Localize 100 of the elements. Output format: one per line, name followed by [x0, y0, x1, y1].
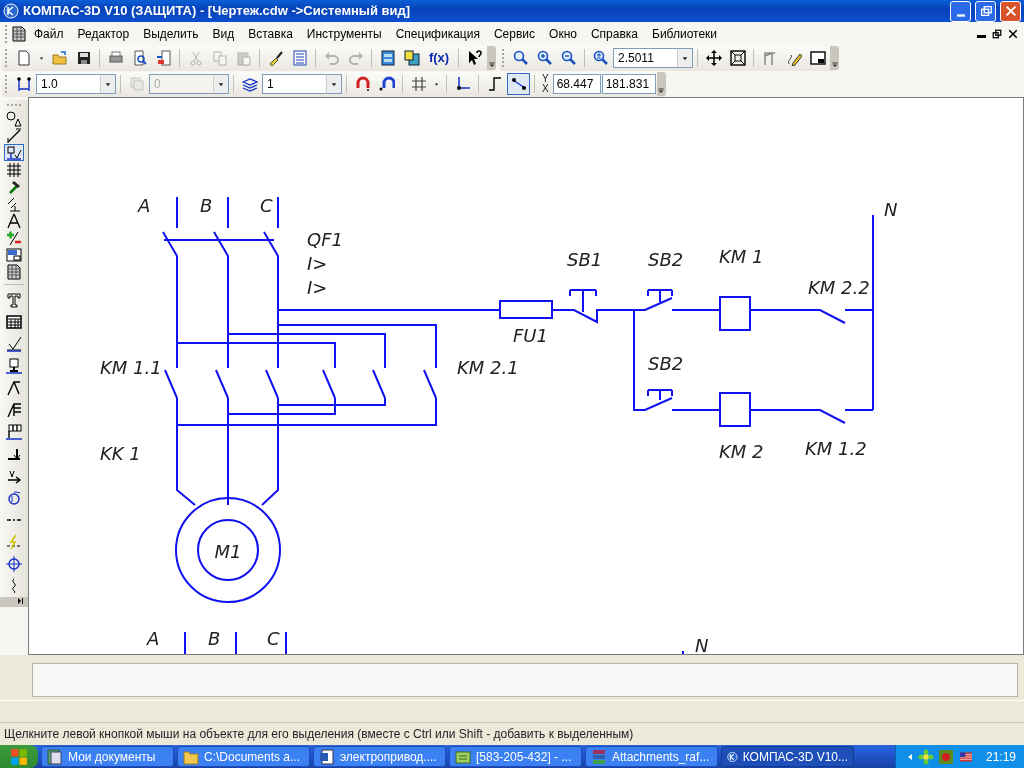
message-icon — [455, 748, 471, 765]
scissors-icon — [187, 50, 204, 66]
snap-line-icon — [510, 76, 527, 92]
grid-tool[interactable] — [4, 161, 24, 178]
circuit-label: B — [200, 195, 213, 216]
dimension-icon — [6, 127, 22, 144]
circuit-label: M1 — [214, 541, 242, 562]
printer-icon — [107, 50, 124, 66]
toolbar-options-icon[interactable] — [657, 85, 666, 93]
menu-item[interactable]: Вставка — [241, 24, 300, 43]
view-frame-icon — [6, 246, 22, 263]
circuit-label: A — [138, 195, 151, 216]
document-folder-icon — [47, 748, 63, 765]
section-line-icon — [6, 446, 22, 462]
dropdown-field[interactable]: 2.5011 — [613, 48, 677, 68]
coordinate-field[interactable]: 181.831 — [601, 74, 656, 94]
close-icon[interactable] — [1008, 28, 1018, 39]
dropdown-button[interactable] — [677, 48, 693, 68]
close-button[interactable] — [1000, 0, 1021, 22]
tolerance-frame-tool[interactable] — [4, 421, 24, 443]
datum-tool[interactable] — [4, 355, 24, 377]
circuit-label: I> — [307, 277, 328, 298]
books-icon — [591, 748, 607, 765]
floppy-icon — [75, 50, 92, 66]
circuit-label: QF1 — [307, 229, 343, 250]
start-button[interactable] — [0, 745, 38, 768]
folder-icon — [51, 50, 68, 66]
function-button[interactable]: f(x) — [424, 47, 454, 69]
circuit-label: FU1 — [513, 325, 548, 346]
dropdown-button[interactable] — [100, 74, 116, 94]
spreadsheet-icon — [6, 263, 22, 280]
restore-icon[interactable] — [992, 28, 1002, 39]
snap-line-button[interactable] — [507, 73, 530, 95]
minimize-icon[interactable] — [977, 34, 986, 38]
taskbar-button[interactable]: КОМПАС-3D V10... — [721, 746, 854, 767]
menu-item[interactable]: Сервис — [486, 24, 543, 43]
dropdown-button[interactable] — [326, 74, 342, 94]
menu-item[interactable]: Спецификация — [388, 24, 487, 43]
book-icon — [403, 50, 420, 66]
spreadsheet-tool[interactable] — [4, 263, 24, 280]
dropdown-field[interactable]: 1.0 — [36, 74, 100, 94]
grid-icon — [6, 161, 22, 178]
menu-item[interactable]: Вид — [205, 24, 242, 43]
zoom-in-icon — [536, 50, 553, 66]
circuit-label: C — [260, 195, 273, 216]
taskbar-button[interactable]: Мои документы — [41, 746, 174, 767]
wave-icon — [6, 490, 22, 506]
toolbar-options-icon[interactable] — [830, 59, 839, 67]
menu-item[interactable]: Окно — [542, 24, 584, 43]
circuit-label: N — [695, 635, 709, 654]
page-icon — [15, 50, 32, 66]
taskbar-button[interactable]: электропривод.... — [313, 746, 446, 767]
zoom-scale-icon — [592, 50, 609, 66]
flower-icon[interactable] — [917, 748, 934, 765]
menu-item[interactable]: Библиотеки — [645, 24, 725, 43]
step-icon — [15, 76, 32, 92]
grid-icon — [410, 76, 427, 92]
step-line-icon — [486, 76, 503, 92]
view-arrow-icon — [6, 468, 22, 484]
close-icon — [1003, 4, 1018, 18]
shapes-tool[interactable] — [4, 110, 24, 127]
flag-icon[interactable] — [957, 750, 974, 763]
menu-item[interactable]: Выделить — [136, 24, 206, 43]
dropdown-field[interactable]: 1 — [262, 74, 326, 94]
magnifier-icon — [512, 50, 529, 66]
menu-item[interactable]: Редактор — [70, 24, 137, 43]
menu-item[interactable]: Инструменты — [299, 24, 389, 43]
taskbar-button[interactable]: Attachments_raf... — [585, 746, 718, 767]
k-logo-icon — [3, 3, 19, 19]
taskbar-button[interactable]: C:\Documents a... — [177, 746, 310, 767]
minimize-button[interactable] — [950, 0, 971, 22]
table-icon — [6, 314, 22, 330]
panel-icon — [379, 50, 396, 66]
folder-icon — [183, 748, 199, 765]
coordinate-field[interactable]: 68.447 — [552, 74, 601, 94]
redo-arrow-icon — [347, 50, 364, 66]
axis-label: X — [542, 84, 549, 94]
tolerance-frame-icon — [6, 424, 22, 440]
dimension-tool[interactable] — [4, 127, 24, 144]
magnet-icon — [354, 76, 371, 92]
plus-minus-tool[interactable] — [4, 229, 24, 246]
crosshair-tool[interactable] — [4, 553, 24, 575]
menu-item[interactable]: Справка — [583, 24, 645, 43]
menu-item[interactable]: Файл — [27, 24, 71, 43]
designation-tool[interactable] — [4, 144, 24, 161]
view-frame-tool[interactable] — [4, 246, 24, 263]
window-title: КОМПАС-3D V10 (ЗАЩИТА) - [Чертеж.cdw ->Системный вид] — [23, 2, 412, 21]
layer-icon — [128, 76, 145, 92]
leader-arrow-icon — [6, 380, 22, 396]
layers-icon — [241, 76, 258, 92]
zoom-out-icon — [560, 50, 577, 66]
text-tool-icon — [6, 292, 22, 308]
toolbar-options-icon[interactable] — [487, 59, 496, 67]
copy-icon — [211, 50, 228, 66]
clipboard-icon — [235, 50, 252, 66]
expand-icon[interactable] — [17, 597, 25, 605]
lightning-icon — [6, 534, 22, 550]
magnet-icon — [378, 76, 395, 92]
restore-button[interactable] — [975, 0, 996, 22]
taskbar-button[interactable]: [583-205-432] - ... — [449, 746, 582, 767]
